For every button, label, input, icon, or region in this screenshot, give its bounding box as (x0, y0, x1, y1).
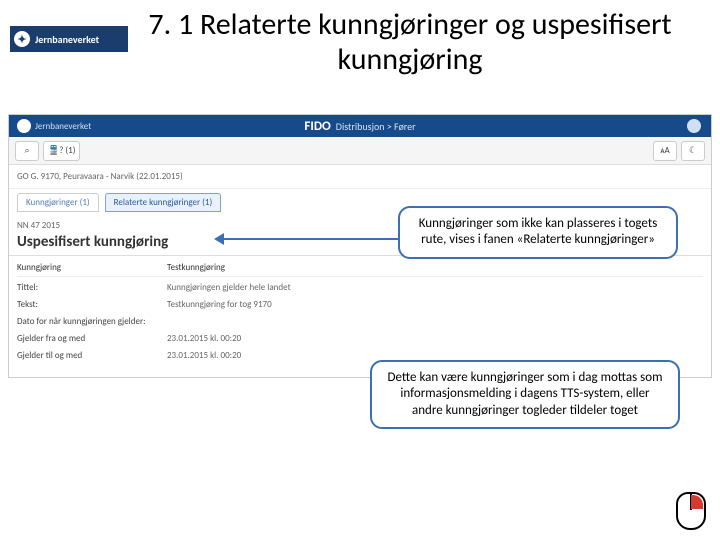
form-value: Kunngjøringen gjelder hele landet (167, 282, 291, 293)
callout-arrow-line (223, 238, 398, 240)
form-row: Tekst: Testkunngjøring for tog 9170 (17, 299, 703, 310)
form-label: Tittel: (17, 282, 167, 293)
form-label: Dato for når kunngjøringen gjelder: (17, 316, 167, 327)
header-brand: Jernbaneverket (35, 121, 91, 132)
form-label: Tekst: (17, 299, 167, 310)
form-row: Dato for når kunngjøringen gjelder: (17, 316, 703, 327)
callout-arrow-head-icon (214, 233, 224, 245)
form-label: Gjelder til og med (17, 350, 167, 361)
toolbar: ⌕ 🚆? (1) ᴀA ☾ (9, 137, 711, 165)
theme-button[interactable]: ☾ (681, 141, 705, 161)
form-row: Gjelder fra og med 23.01.2015 kl. 00:20 (17, 333, 703, 344)
form-label: Gjelder fra og med (17, 333, 167, 344)
tab-relaterte[interactable]: Relaterte kunngjøringer (1) (105, 193, 222, 212)
header-logo-icon (17, 119, 31, 133)
form-header-col2: Testkunngjøring (167, 262, 225, 273)
form-header-col1: Kunngjøring (17, 262, 167, 273)
app-name-sub: Distribusjon > Fører (336, 120, 416, 133)
form-header: Kunngjøring Testkunngjøring (17, 262, 703, 277)
form-value: 23.01.2015 kl. 00:20 (167, 350, 241, 361)
breadcrumb: GO G. 9170, Peuravaara - Narvik (22.01.2… (9, 165, 711, 189)
form-row: Tittel: Kunngjøringen gjelder hele lande… (17, 282, 703, 293)
callout-1: Kunngjøringer som ikke kan plasseres i t… (398, 206, 678, 259)
app-name-main: FIDO (304, 119, 330, 134)
tab-kunngjoringer[interactable]: Kunngjøringer (1) (17, 193, 99, 212)
user-icon[interactable] (687, 119, 701, 133)
logo-text: Jernbaneverket (35, 33, 99, 46)
app-header: Jernbaneverket FIDO Distribusjon > Fører (9, 115, 711, 137)
slide-title: 7. 1 Relaterte kunngjøringer og uspesifi… (140, 8, 680, 77)
callout-2: Dette kan være kunngjøringer som i dag m… (370, 360, 680, 429)
search-button[interactable]: ⌕ (15, 141, 39, 161)
mouse-icon (676, 492, 706, 530)
brand-logo: ✦ Jernbaneverket (10, 26, 128, 52)
app-name: FIDO Distribusjon > Fører (304, 119, 415, 134)
form-value: 23.01.2015 kl. 00:20 (167, 333, 241, 344)
logo-icon: ✦ (14, 31, 30, 47)
train-button[interactable]: 🚆? (1) (43, 141, 80, 161)
form-value: Testkunngjøring for tog 9170 (167, 299, 272, 310)
form-area: Kunngjøring Testkunngjøring Tittel: Kunn… (9, 256, 711, 377)
mouse-right-button-icon (691, 495, 703, 509)
font-size-button[interactable]: ᴀA (653, 141, 677, 161)
